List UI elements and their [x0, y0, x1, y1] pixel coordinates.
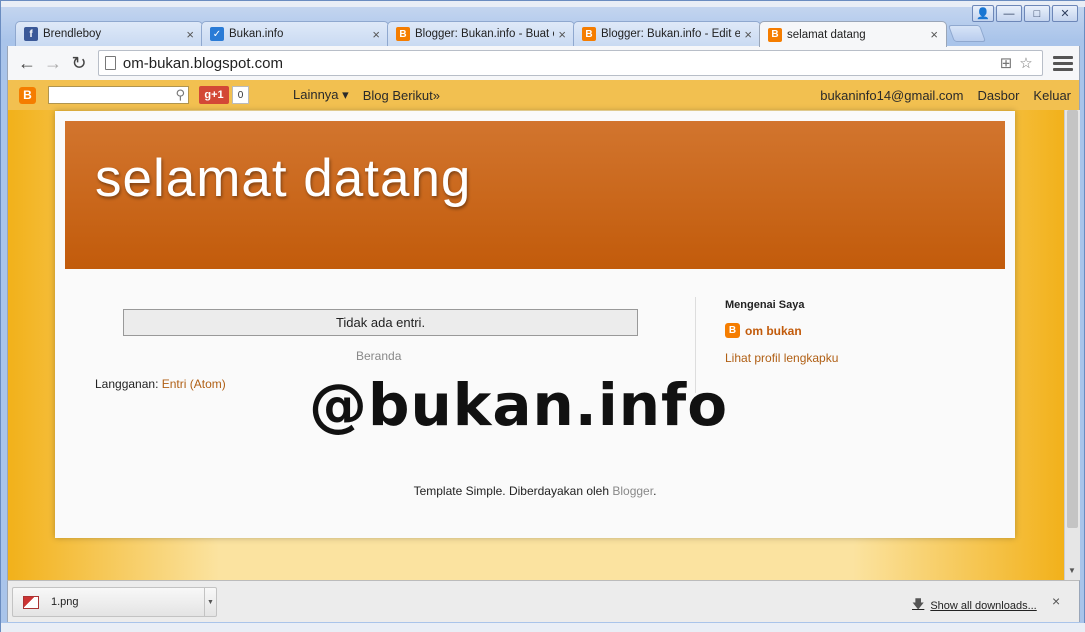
tab-selamat-datang[interactable]: B selamat datang ×	[759, 21, 947, 47]
tab-close-icon[interactable]: ×	[558, 27, 566, 42]
address-bar[interactable]: om-bukan.blogspot.com ⊞ ☆	[97, 50, 1043, 76]
downloads-shelf: 1.png ▼ 🡇 Show all downloads... ×	[7, 580, 1080, 622]
minimize-button[interactable]: —	[996, 5, 1022, 22]
tab-title: Blogger: Bukan.info - Edit er	[601, 28, 741, 40]
blogger-link[interactable]: Blogger	[612, 484, 653, 498]
author-name[interactable]: om bukan	[745, 324, 802, 338]
scroll-down-icon[interactable]: ▼	[1068, 566, 1076, 575]
menu-icon[interactable]	[1053, 55, 1073, 71]
full-profile-link[interactable]: Lihat profil lengkapku	[725, 351, 838, 365]
tab-title: Bukan.info	[229, 28, 284, 40]
checkbox-icon: ✓	[210, 27, 224, 41]
blog-title[interactable]: selamat datang	[95, 148, 471, 209]
user-email[interactable]: bukaninfo14@gmail.com	[820, 88, 963, 103]
bookmark-star-icon[interactable]: ☆	[1016, 54, 1036, 72]
facebook-icon: f	[24, 27, 38, 41]
page-icon	[104, 56, 116, 70]
download-item[interactable]: 1.png ▼	[12, 587, 217, 617]
tab-title: selamat datang	[787, 28, 866, 41]
blogger-icon[interactable]: B	[19, 86, 36, 104]
vertical-scrollbar[interactable]: ▼	[1064, 110, 1080, 580]
back-button[interactable]: ←	[14, 50, 40, 76]
background-window-strip	[1, 1, 1085, 7]
tab-brendleboy[interactable]: f Brendleboy ×	[15, 21, 203, 46]
download-file-name: 1.png	[51, 596, 79, 608]
blog-footer: Template Simple. Diberdayakan oleh Blogg…	[55, 484, 1015, 498]
scrollbar-thumb[interactable]	[1067, 110, 1078, 528]
forward-button[interactable]: →	[40, 50, 66, 76]
tab-close-icon[interactable]: ×	[372, 27, 380, 42]
blogger-icon: B	[582, 27, 596, 41]
about-heading: Mengenai Saya	[725, 299, 805, 311]
more-menu[interactable]: Lainnya ▾	[293, 87, 349, 103]
blog-content: selamat datang Tidak ada entri. Beranda …	[55, 111, 1015, 538]
subscribe-line: Langganan: Entri (Atom)	[95, 377, 226, 391]
footer-end: .	[653, 484, 657, 498]
browser-window: 👤 — □ ✕ f Brendleboy × ✓ Bukan.info × B …	[0, 0, 1085, 632]
image-file-icon	[23, 595, 39, 609]
blogger-icon: B	[725, 323, 740, 338]
tab-close-icon[interactable]: ×	[930, 27, 938, 42]
subscribe-label: Langganan:	[95, 377, 162, 391]
window-controls: 👤 — □ ✕	[972, 5, 1078, 22]
background-status-strip	[1, 623, 1085, 632]
footer-text: Template Simple. Diberdayakan oleh	[413, 484, 613, 498]
tab-blogger-buat[interactable]: B Blogger: Bukan.info - Buat e ×	[387, 21, 575, 46]
google-plus-count: 0	[232, 86, 249, 104]
browser-toolbar: ← → ↻ om-bukan.blogspot.com ⊞ ☆	[7, 46, 1080, 80]
download-arrow-icon: 🡇	[912, 597, 925, 611]
tab-strip: f Brendleboy × ✓ Bukan.info × B Blogger:…	[15, 21, 987, 47]
author-profile[interactable]: B om bukan	[725, 323, 802, 338]
blog-search-input[interactable]: ⚲	[48, 86, 189, 104]
watermark-text: @bukan.info	[309, 371, 729, 439]
url-text[interactable]: om-bukan.blogspot.com	[123, 55, 996, 72]
translate-icon[interactable]: ⊞	[996, 54, 1016, 72]
maximize-button[interactable]: □	[1024, 5, 1050, 22]
reload-button[interactable]: ↻	[66, 50, 92, 76]
blogger-navbar: B ⚲ g+1 0 Lainnya ▾ Blog Berikut» bukani…	[7, 80, 1080, 110]
new-tab-button[interactable]	[947, 25, 987, 42]
search-icon[interactable]: ⚲	[175, 87, 185, 103]
atom-feed-link[interactable]: Entri (Atom)	[162, 377, 226, 391]
home-link[interactable]: Beranda	[356, 349, 401, 363]
blog-header: selamat datang	[65, 121, 1005, 269]
next-blog-link[interactable]: Blog Berikut»	[363, 88, 440, 103]
show-all-downloads-link[interactable]: 🡇 Show all downloads...	[912, 595, 1037, 616]
profile-icon[interactable]: 👤	[972, 5, 994, 22]
tab-close-icon[interactable]: ×	[186, 27, 194, 42]
logout-link[interactable]: Keluar	[1033, 88, 1071, 103]
tab-blogger-edit[interactable]: B Blogger: Bukan.info - Edit er ×	[573, 21, 761, 46]
close-window-button[interactable]: ✕	[1052, 5, 1078, 22]
blogger-icon: B	[768, 27, 782, 42]
tab-close-icon[interactable]: ×	[744, 27, 752, 42]
show-all-label[interactable]: Show all downloads...	[930, 600, 1036, 612]
blogger-icon: B	[396, 27, 410, 41]
tab-title: Blogger: Bukan.info - Buat e	[415, 28, 555, 40]
tab-bukan-info[interactable]: ✓ Bukan.info ×	[201, 21, 389, 46]
no-posts-message: Tidak ada entri.	[123, 309, 638, 336]
dashboard-link[interactable]: Dasbor	[978, 88, 1020, 103]
close-icon[interactable]: ×	[1052, 593, 1060, 609]
chevron-down-icon[interactable]: ▼	[204, 588, 216, 616]
google-plus-button[interactable]: g+1	[199, 86, 229, 104]
tab-title: Brendleboy	[43, 28, 102, 40]
